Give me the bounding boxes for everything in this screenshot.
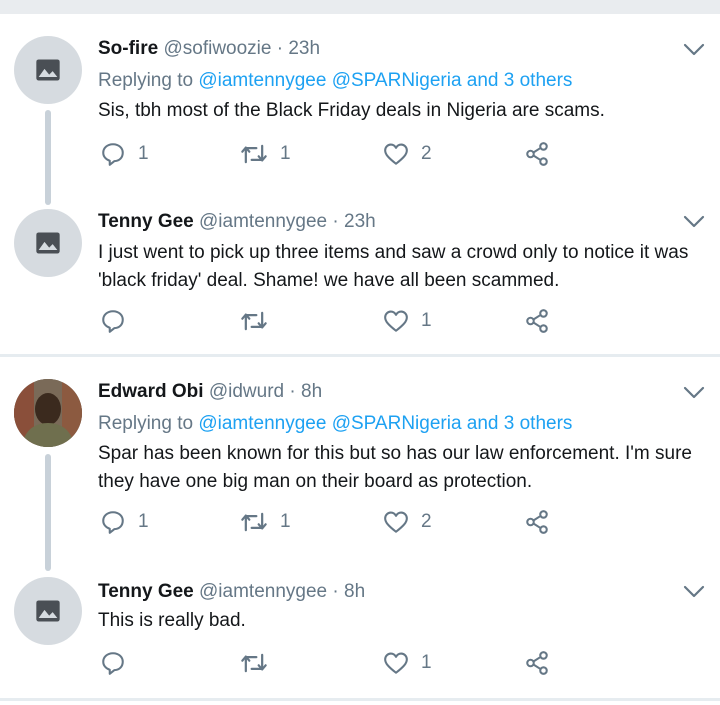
author-handle[interactable]: @iamtennygee — [199, 581, 327, 602]
timestamp[interactable]: 23h — [344, 211, 376, 232]
retweet-count: 1 — [280, 511, 291, 532]
reply-button[interactable]: 1 — [100, 139, 149, 169]
reply-mentions[interactable]: @iamtennygee @SPARNigeria and 3 others — [198, 70, 572, 91]
timestamp[interactable]: 8h — [344, 581, 365, 602]
author-name[interactable]: Tenny Gee — [98, 581, 194, 602]
separator: · — [332, 211, 339, 232]
heart-icon — [383, 308, 409, 334]
reply-count: 1 — [138, 511, 149, 532]
heart-icon — [383, 509, 409, 535]
reply-icon — [100, 308, 126, 334]
author-handle[interactable]: @iamtennygee — [199, 211, 327, 232]
author-name[interactable]: Edward Obi — [98, 381, 204, 402]
chevron-down-icon[interactable] — [683, 386, 705, 400]
reply-count: 1 — [138, 143, 149, 164]
chevron-down-icon[interactable] — [683, 215, 705, 229]
share-icon — [524, 308, 550, 334]
tweet-header: So-fire @sofiwoozie · 23h — [98, 38, 320, 60]
author-name[interactable]: So-fire — [98, 38, 158, 59]
share-button[interactable] — [524, 507, 550, 537]
reply-icon — [100, 509, 126, 535]
share-icon — [524, 650, 550, 676]
author-handle[interactable]: @idwurd — [209, 381, 284, 402]
like-count: 1 — [421, 652, 432, 673]
retweet-icon — [240, 649, 268, 677]
thread-line — [45, 454, 51, 571]
like-button[interactable]: 1 — [383, 306, 432, 336]
thread-line — [45, 110, 51, 205]
image-placeholder-icon — [34, 597, 62, 625]
reply-icon — [100, 650, 126, 676]
retweet-icon — [240, 140, 268, 168]
like-button[interactable]: 2 — [383, 507, 432, 537]
author-name[interactable]: Tenny Gee — [98, 211, 194, 232]
heart-icon — [383, 141, 409, 167]
retweet-icon — [240, 508, 268, 536]
like-button[interactable]: 2 — [383, 139, 432, 169]
reply-icon — [100, 141, 126, 167]
share-button[interactable] — [524, 648, 550, 678]
replying-to-label: Replying to — [98, 70, 194, 91]
image-placeholder-icon — [34, 56, 62, 84]
tweet-text: Spar has been known for this but so has … — [98, 443, 692, 492]
replying-to: Replying to @iamtennygee @SPARNigeria an… — [98, 413, 572, 435]
tweet-text: I just went to pick up three items and s… — [98, 242, 689, 291]
timestamp[interactable]: 23h — [288, 38, 320, 59]
timestamp[interactable]: 8h — [301, 381, 322, 402]
retweet-button[interactable]: 1 — [240, 139, 291, 169]
share-icon — [524, 141, 550, 167]
tweet-text: This is really bad. — [98, 610, 246, 631]
tweet-header: Tenny Gee @iamtennygee · 8h — [98, 581, 365, 603]
like-count: 2 — [421, 143, 432, 164]
chevron-down-icon[interactable] — [683, 585, 705, 599]
retweet-button[interactable]: 1 — [240, 507, 291, 537]
separator: · — [289, 381, 296, 402]
retweet-count: 1 — [280, 143, 291, 164]
chevron-down-icon[interactable] — [683, 43, 705, 57]
reply-mentions[interactable]: @iamtennygee @SPARNigeria and 3 others — [198, 413, 572, 434]
conversation-divider — [0, 354, 720, 357]
avatar[interactable] — [14, 577, 82, 645]
separator: · — [332, 581, 339, 602]
replying-to-label: Replying to — [98, 413, 194, 434]
tweet-header: Tenny Gee @iamtennygee · 23h — [98, 211, 376, 233]
like-count: 1 — [421, 310, 432, 331]
retweet-button[interactable] — [240, 306, 280, 336]
reply-button[interactable] — [100, 648, 138, 678]
share-icon — [524, 509, 550, 535]
tweet-text: Sis, tbh most of the Black Friday deals … — [98, 100, 605, 121]
retweet-icon — [240, 307, 268, 335]
separator: · — [276, 38, 284, 59]
image-placeholder-icon — [34, 229, 62, 257]
like-button[interactable]: 1 — [383, 648, 432, 678]
avatar[interactable] — [14, 209, 82, 277]
avatar[interactable] — [14, 379, 82, 447]
bottom-divider — [0, 698, 720, 701]
retweet-button[interactable] — [240, 648, 280, 678]
reply-button[interactable] — [100, 306, 138, 336]
share-button[interactable] — [524, 306, 550, 336]
avatar[interactable] — [14, 36, 82, 104]
reply-button[interactable]: 1 — [100, 507, 149, 537]
profile-photo — [14, 379, 82, 447]
share-button[interactable] — [524, 139, 550, 169]
heart-icon — [383, 650, 409, 676]
top-edge — [0, 0, 720, 14]
author-handle[interactable]: @sofiwoozie — [163, 38, 271, 59]
tweet-header: Edward Obi @idwurd · 8h — [98, 381, 322, 403]
replying-to: Replying to @iamtennygee @SPARNigeria an… — [98, 70, 572, 92]
like-count: 2 — [421, 511, 432, 532]
